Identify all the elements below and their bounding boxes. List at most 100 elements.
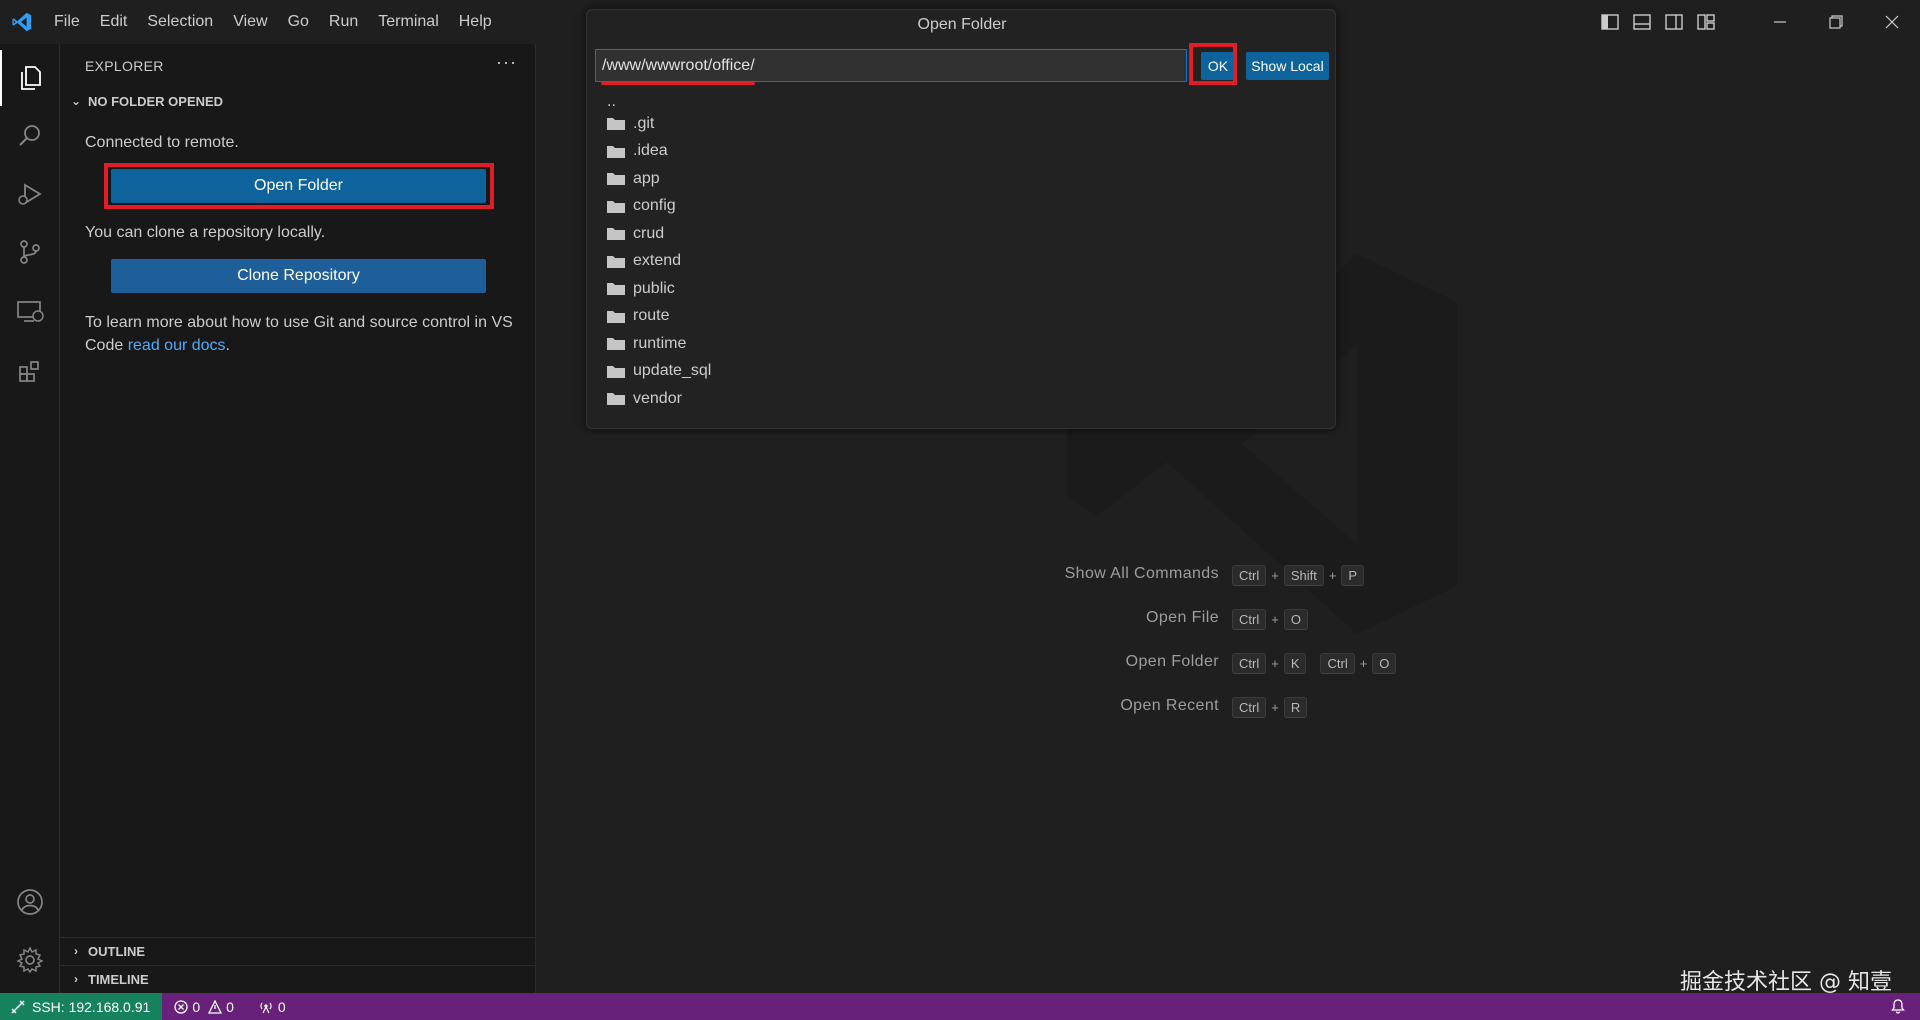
folder-icon — [607, 365, 625, 378]
key-cap: Shift — [1283, 565, 1324, 586]
folder-item[interactable]: public — [607, 275, 675, 302]
no-folder-section-header[interactable]: ⌄ NO FOLDER OPENED — [60, 88, 536, 114]
warning-icon — [208, 999, 223, 1014]
show-local-button[interactable]: Show Local — [1246, 52, 1329, 80]
folder-item[interactable]: app — [607, 165, 660, 192]
folder-item[interactable]: config — [607, 193, 676, 220]
folder-name: .idea — [633, 142, 668, 159]
minimize-icon[interactable] — [1752, 0, 1808, 44]
menu-selection[interactable]: Selection — [137, 0, 223, 44]
restore-icon[interactable] — [1808, 0, 1864, 44]
path-input[interactable] — [595, 49, 1187, 82]
timeline-section-header[interactable]: › TIMELINE — [60, 966, 536, 992]
folder-name: app — [633, 169, 660, 187]
status-bar: SSH: 192.168.0.91 0 0 0 — [0, 993, 1920, 1020]
shortcut-label: Open Recent — [1120, 697, 1219, 714]
remote-label: SSH: 192.168.0.91 — [32, 998, 151, 1015]
remote-explorer-icon[interactable] — [0, 284, 60, 340]
highlight-box — [1189, 43, 1237, 85]
timeline-title: TIMELINE — [88, 971, 149, 987]
watermark-text: 掘金技术社区 @ 知壹 — [1680, 970, 1892, 995]
vscode-logo-icon — [0, 0, 44, 44]
folder-name: public — [633, 279, 675, 297]
menu-help[interactable]: Help — [449, 0, 502, 44]
folder-item[interactable]: update_sql — [607, 358, 711, 385]
key-cap: O — [1372, 653, 1397, 674]
gear-icon[interactable] — [0, 932, 60, 988]
open-folder-dialog: Open Folder OK Show Local .. .git.ideaap… — [586, 9, 1336, 429]
clone-text: You can clone a repository locally. — [85, 224, 326, 241]
folder-item[interactable]: route — [607, 303, 669, 330]
folder-icon — [607, 255, 625, 268]
search-icon[interactable] — [0, 108, 60, 164]
sidebar-title: EXPLORER — [85, 58, 164, 74]
key-cap: Ctrl — [1232, 653, 1267, 674]
chevron-down-icon: ⌄ — [70, 94, 82, 108]
ports-indicator[interactable]: 0 — [250, 999, 294, 1015]
clone-repository-button[interactable]: Clone Repository — [111, 259, 486, 293]
warning-count: 0 — [226, 998, 234, 1015]
window-controls — [1594, 0, 1920, 44]
folder-name: update_sql — [633, 362, 712, 379]
folder-icon — [607, 228, 625, 240]
toggle-panel-icon[interactable] — [1626, 0, 1658, 44]
key-cap: Ctrl — [1232, 609, 1267, 630]
explorer-icon[interactable] — [0, 50, 60, 106]
learn-more-text: To learn more about how to use Git and s… — [85, 311, 525, 357]
key-cap: Ctrl — [1232, 565, 1267, 586]
folder-icon — [607, 393, 625, 405]
menu-terminal[interactable]: Terminal — [368, 0, 448, 44]
menu-view[interactable]: View — [223, 0, 277, 44]
folder-item[interactable]: crud — [607, 220, 664, 247]
folder-name: extend — [633, 252, 682, 269]
outline-section-header[interactable]: › OUTLINE — [60, 938, 536, 964]
highlight-underline — [601, 82, 755, 85]
learn-more-end: . — [225, 337, 230, 354]
outline-title: OUTLINE — [88, 943, 146, 959]
shortcut-keys: Ctrl + R — [1232, 697, 1308, 718]
customize-layout-icon[interactable] — [1690, 0, 1722, 44]
shortcut-keys: Ctrl + K Ctrl + O — [1232, 653, 1397, 674]
folder-name: runtime — [633, 334, 687, 352]
highlight-box — [104, 163, 494, 209]
extensions-icon[interactable] — [0, 344, 60, 400]
menu-run[interactable]: Run — [319, 0, 368, 44]
menu-file[interactable]: File — [44, 0, 90, 44]
remote-indicator[interactable]: SSH: 192.168.0.91 — [0, 993, 163, 1020]
chevron-right-icon: › — [74, 972, 78, 986]
toggle-primary-sidebar-icon[interactable] — [1594, 0, 1626, 44]
menu-bar: File Edit Selection View Go Run Terminal Help — [44, 0, 502, 44]
radio-tower-icon — [260, 1002, 272, 1013]
folder-icon — [607, 283, 625, 295]
folder-item[interactable]: runtime — [607, 330, 686, 357]
folder-name: crud — [633, 224, 665, 242]
source-control-icon[interactable] — [0, 224, 60, 280]
run-debug-icon[interactable] — [0, 166, 60, 222]
close-icon[interactable] — [1864, 0, 1920, 44]
more-actions-icon[interactable]: ··· — [496, 52, 517, 73]
key-cap: R — [1283, 697, 1308, 718]
key-cap: Ctrl — [1232, 697, 1267, 718]
bell-icon[interactable] — [1890, 998, 1906, 1017]
menu-go[interactable]: Go — [278, 0, 319, 44]
error-count: 0 — [192, 998, 201, 1015]
folder-item[interactable]: extend — [607, 248, 681, 275]
explorer-sidebar: EXPLORER ··· ⌄ NO FOLDER OPENED Connecte… — [60, 44, 536, 993]
key-cap: P — [1341, 565, 1365, 586]
folder-item[interactable]: vendor — [607, 385, 682, 412]
remote-icon — [11, 999, 25, 1014]
problems-indicator[interactable]: 0 0 — [166, 999, 242, 1015]
shortcut-label: Show All Commands — [1064, 565, 1219, 582]
menu-edit[interactable]: Edit — [90, 0, 138, 44]
folder-icon — [607, 173, 625, 185]
activity-bar — [0, 44, 60, 993]
shortcut-label: Open Folder — [1125, 653, 1219, 670]
folder-item[interactable]: .git — [607, 110, 654, 137]
key-cap: Ctrl — [1320, 653, 1355, 674]
key-cap: K — [1283, 653, 1307, 674]
toggle-secondary-sidebar-icon[interactable] — [1658, 0, 1690, 44]
accounts-icon[interactable] — [0, 874, 60, 930]
folder-item[interactable]: .idea — [607, 138, 668, 165]
folder-icon — [607, 338, 625, 350]
read-docs-link[interactable]: read our docs — [128, 337, 226, 354]
